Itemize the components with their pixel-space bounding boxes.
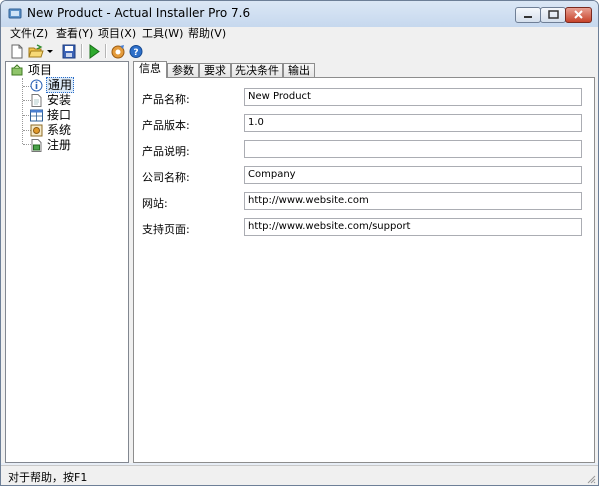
menu-view[interactable]: 查看(Y) (56, 27, 93, 41)
support-page-input[interactable]: http://www.website.com/support (244, 218, 582, 236)
tree-item-label: 通用 (46, 77, 75, 93)
product-name-label: 产品名称: (142, 93, 190, 106)
tree-root-label: 项目 (28, 63, 53, 77)
tree-item-label: 接口 (47, 108, 72, 122)
menu-tools[interactable]: 工具(W) (142, 27, 183, 41)
tree-connector (22, 78, 23, 144)
tree-item-label: 注册 (47, 138, 72, 152)
menu-help[interactable]: 帮助(V) (188, 27, 226, 41)
website-input[interactable]: http://www.website.com (244, 192, 582, 210)
svg-text:?: ? (133, 48, 138, 58)
app-window: New Product - Actual Installer Pro 7.6 文… (0, 0, 599, 486)
menu-project[interactable]: 项目(X) (98, 27, 136, 41)
window-title: New Product - Actual Installer Pro 7.6 (27, 6, 251, 20)
company-name-label: 公司名称: (142, 171, 190, 184)
settings-icon[interactable] (110, 44, 126, 59)
tab-requirements[interactable]: 要求 (199, 63, 231, 78)
resize-grip-icon[interactable] (586, 474, 596, 484)
build-run-icon[interactable] (86, 44, 102, 59)
minimize-icon (524, 16, 532, 18)
status-bar: 对于帮助，按F1 (1, 465, 598, 485)
help-icon[interactable]: ? (128, 44, 144, 59)
client-area: 项目 通用 安装 接口 系统 注册 信息 参数 要求 先决条件 输出 产品名称:… (1, 61, 598, 463)
tab-strip: 信息 参数 要求 先决条件 输出 (133, 61, 595, 78)
product-version-label: 产品版本: (142, 119, 190, 132)
open-folder-icon[interactable] (28, 44, 44, 59)
status-text: 对于帮助，按F1 (8, 471, 88, 484)
minimize-button[interactable] (515, 7, 541, 23)
menu-file[interactable]: 文件(Z) (10, 27, 48, 41)
close-button[interactable] (565, 7, 592, 23)
title-bar[interactable]: New Product - Actual Installer Pro 7.6 (1, 1, 598, 27)
website-label: 网站: (142, 197, 168, 210)
toolbar: ? (1, 42, 598, 61)
close-icon (574, 10, 583, 19)
tab-parameters[interactable]: 参数 (167, 63, 199, 78)
product-name-input[interactable]: New Product (244, 88, 582, 106)
product-version-input[interactable]: 1.0 (244, 114, 582, 132)
save-icon[interactable] (61, 44, 77, 59)
toolbar-separator (81, 44, 83, 58)
tree-item-label: 系统 (47, 123, 72, 137)
tab-output[interactable]: 输出 (283, 63, 315, 78)
tab-prerequisites[interactable]: 先决条件 (231, 63, 283, 78)
tree-item-label: 安装 (47, 93, 72, 107)
company-name-input[interactable]: Company (244, 166, 582, 184)
registry-icon (31, 139, 42, 152)
dropdown-arrow-icon[interactable] (46, 44, 54, 59)
maximize-icon (548, 10, 559, 19)
document-icon (31, 94, 42, 107)
product-description-input[interactable] (244, 140, 582, 158)
new-file-icon[interactable] (9, 44, 25, 59)
window-grid-icon (30, 109, 43, 122)
support-page-label: 支持页面: (142, 223, 190, 236)
product-description-label: 产品说明: (142, 145, 190, 158)
maximize-button[interactable] (540, 7, 566, 23)
tab-info[interactable]: 信息 (133, 61, 167, 78)
menu-bar: 文件(Z) 查看(Y) 项目(X) 工具(W) 帮助(V) (1, 27, 598, 42)
system-icon (30, 124, 43, 137)
project-icon (11, 64, 23, 76)
info-panel: 产品名称: New Product 产品版本: 1.0 产品说明: 公司名称: … (133, 77, 595, 463)
info-icon (30, 79, 43, 92)
project-tree[interactable]: 项目 通用 安装 接口 系统 注册 (5, 61, 129, 463)
toolbar-separator (105, 44, 107, 58)
app-icon (8, 8, 22, 19)
